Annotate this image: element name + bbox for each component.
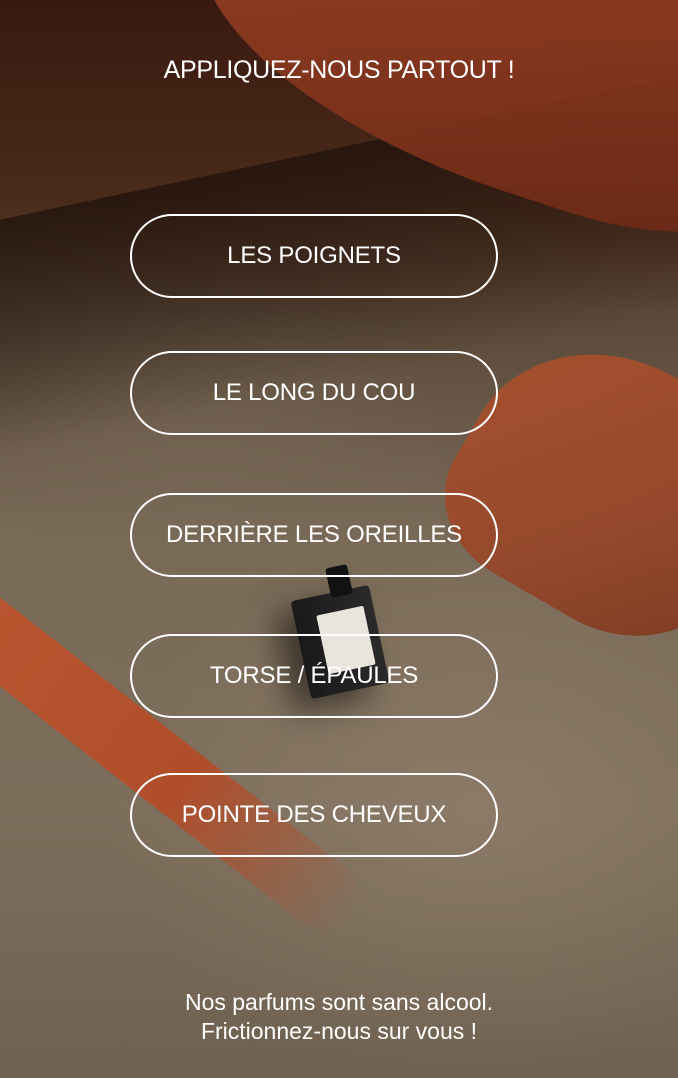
option-button-torse-epaules[interactable]: TORSE / ÉPAULES — [130, 634, 498, 718]
footer-line-2: Frictionnez-nous sur vous ! — [200, 1018, 478, 1044]
option-button-oreilles[interactable]: DERRIÈRE LES OREILLES — [130, 493, 498, 577]
option-button-cou[interactable]: LE LONG DU COU — [130, 351, 498, 435]
option-button-poignets[interactable]: LES POIGNETS — [130, 214, 498, 298]
page-title: APPLIQUEZ-NOUS PARTOUT ! — [163, 56, 515, 84]
option-button-cheveux[interactable]: POINTE DES CHEVEUX — [130, 773, 498, 857]
footer-text: Nos parfums sont sans alcool. Frictionne… — [0, 988, 678, 1046]
footer-line-1: Nos parfums sont sans alcool. — [184, 989, 494, 1015]
